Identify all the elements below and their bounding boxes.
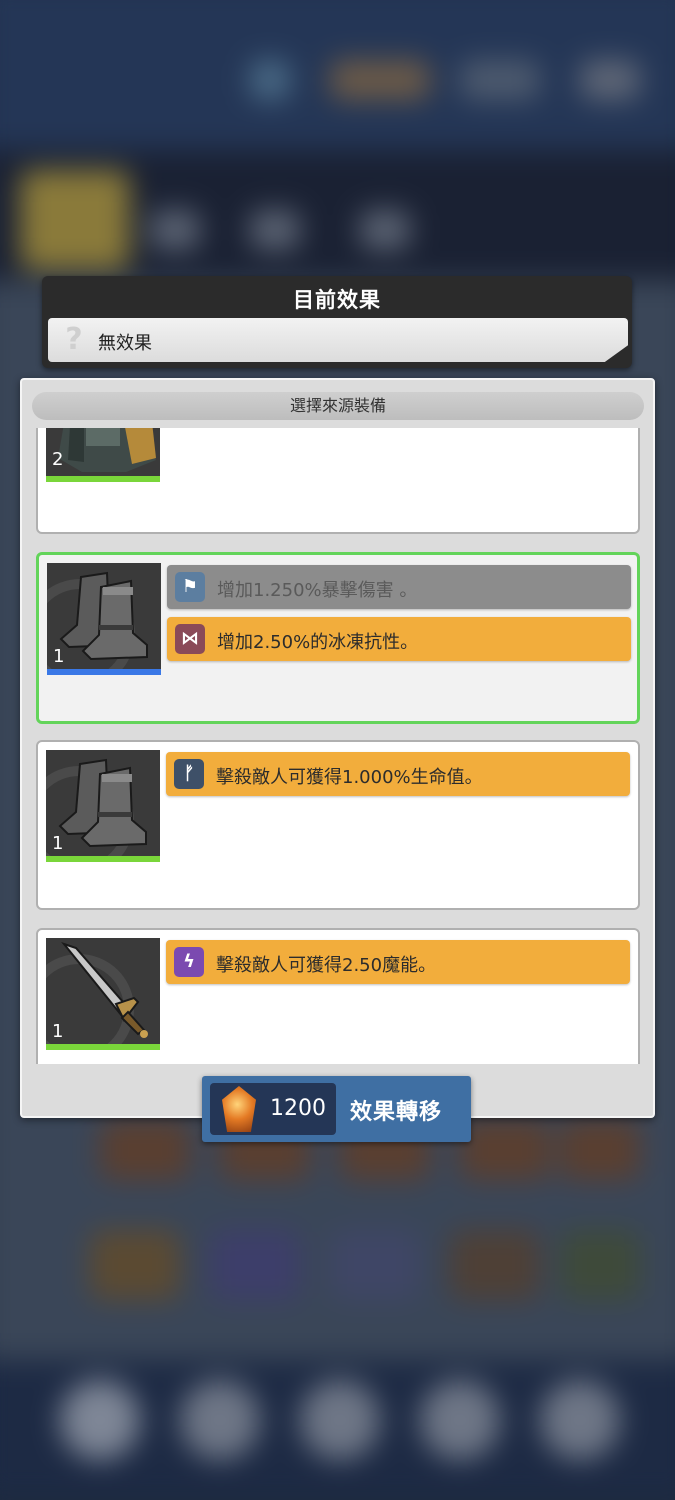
equipment-card[interactable]: 2 [36, 428, 640, 534]
fehu-rune-icon: ᚠ [174, 759, 204, 789]
effect-text: 擊殺敵人可獲得2.50魔能。 [216, 955, 437, 976]
item-quantity: 1 [52, 833, 64, 854]
item-rarity-bar [47, 669, 161, 675]
effect-option[interactable]: ⚑ 增加1.250%暴擊傷害 。 [167, 565, 631, 609]
current-effect-title: 目前效果 [293, 288, 381, 312]
equipment-list[interactable]: 2 1 ⚑ 增加1.250%暴擊傷害 。 ⋈ 增加2.50%的冰凍抗性。 1 ᚠ… [22, 428, 653, 1064]
effect-text: 增加2.50%的冰凍抗性。 [217, 632, 419, 653]
effect-text: 增加1.250%暴擊傷害 。 [217, 580, 418, 601]
equipment-card-selected[interactable]: 1 ⚑ 增加1.250%暴擊傷害 。 ⋈ 增加2.50%的冰凍抗性。 [36, 552, 640, 724]
transfer-label: 效果轉移 [350, 1100, 443, 1125]
sword-item-icon: 1 [46, 938, 160, 1050]
transfer-cost-box: 1200 [210, 1083, 336, 1135]
item-quantity: 1 [53, 646, 65, 667]
zigzag-rune-icon: ϟ [174, 947, 204, 977]
armor-item-icon: 2 [46, 428, 160, 482]
item-quantity: 2 [52, 449, 64, 470]
item-quantity: 1 [52, 1021, 64, 1042]
crystal-gem-icon [222, 1086, 256, 1132]
effect-option[interactable]: ϟ 擊殺敵人可獲得2.50魔能。 [166, 940, 630, 984]
item-rarity-bar [46, 856, 160, 862]
flag-rune-icon: ⚑ [175, 572, 205, 602]
effect-transfer-button[interactable]: 1200 效果轉移 [202, 1076, 471, 1142]
boots-item-icon: 1 [47, 563, 161, 675]
equipment-card[interactable]: 1 ᚠ 擊殺敵人可獲得1.000%生命值。 [36, 740, 640, 910]
current-effect-bar: ? 無效果 [48, 318, 628, 362]
effect-text: 擊殺敵人可獲得1.000%生命值。 [216, 767, 483, 788]
item-rarity-bar [46, 476, 160, 482]
transfer-cost: 1200 [270, 1096, 326, 1121]
item-rarity-bar [46, 1044, 160, 1050]
question-mark-icon: ? [65, 322, 83, 357]
current-effect-value: 無效果 [98, 333, 152, 354]
bowtie-rune-icon: ⋈ [175, 624, 205, 654]
boots-item-icon: 1 [46, 750, 160, 862]
source-panel-header: 選擇來源裝備 [32, 392, 644, 420]
effect-option[interactable]: ⋈ 增加2.50%的冰凍抗性。 [167, 617, 631, 661]
effect-option[interactable]: ᚠ 擊殺敵人可獲得1.000%生命值。 [166, 752, 630, 796]
source-equipment-panel: 選擇來源裝備 2 1 ⚑ 增加1.250%暴擊傷害 。 ⋈ 增加2.50%的冰凍… [20, 378, 655, 1118]
equipment-card[interactable]: 1 ϟ 擊殺敵人可獲得2.50魔能。 [36, 928, 640, 1064]
current-effect-panel: 目前效果 ? 無效果 [42, 276, 632, 368]
